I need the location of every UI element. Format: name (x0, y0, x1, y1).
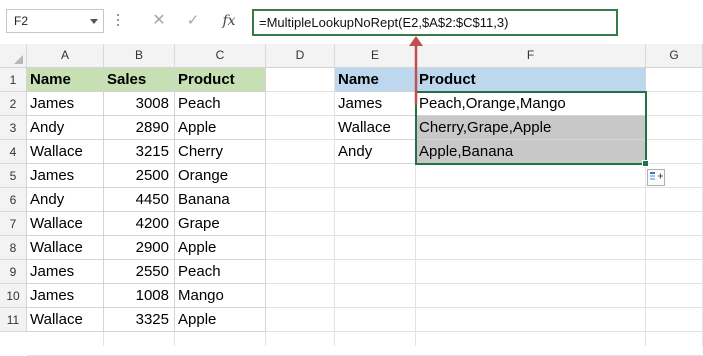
column-header-c[interactable]: C (175, 44, 266, 67)
source-data-cell[interactable]: Peach (175, 92, 266, 116)
formula-input[interactable]: =MultipleLookupNoRept(E2,$A$2:$C$11,3) (252, 9, 618, 36)
insert-function-button[interactable]: fx (215, 9, 243, 33)
column-header-b[interactable]: B (104, 44, 175, 67)
chevron-down-icon[interactable] (90, 19, 98, 24)
name-box-value: F2 (14, 14, 29, 28)
source-header-cell[interactable]: Name (27, 68, 104, 92)
row-header-3[interactable]: 3 (0, 116, 27, 140)
source-data-cell[interactable]: James (27, 260, 104, 284)
source-data-cell[interactable]: James (27, 164, 104, 188)
select-all-icon (14, 55, 23, 64)
source-data-cell[interactable]: 2900 (104, 236, 175, 260)
function-icon: fx (222, 13, 236, 29)
source-data-cell[interactable]: Cherry (175, 140, 266, 164)
result-name-cell[interactable]: Wallace (335, 116, 416, 140)
selection-border (415, 91, 647, 165)
source-data-cell[interactable]: Peach (175, 260, 266, 284)
row-header-1[interactable]: 1 (0, 68, 27, 92)
row-header-4[interactable]: 4 (0, 140, 27, 164)
source-data-cell[interactable]: Banana (175, 188, 266, 212)
result-name-cell[interactable]: James (335, 92, 416, 116)
row-header-6[interactable]: 6 (0, 188, 27, 212)
source-data-cell[interactable]: Orange (175, 164, 266, 188)
fill-handle[interactable] (642, 160, 649, 167)
source-data-cell[interactable]: 2550 (104, 260, 175, 284)
source-header-cell[interactable]: Product (175, 68, 266, 92)
name-box[interactable]: F2 (6, 9, 104, 33)
source-data-cell[interactable]: Apple (175, 116, 266, 140)
drag-handle-icon[interactable] (117, 14, 120, 30)
source-data-cell[interactable]: Apple (175, 236, 266, 260)
quick-analysis-icon (650, 172, 663, 180)
source-data-cell[interactable]: Andy (27, 116, 104, 140)
source-data-cell[interactable]: Wallace (27, 140, 104, 164)
column-header-e[interactable]: E (335, 44, 416, 67)
source-data-cell[interactable]: 2890 (104, 116, 175, 140)
formula-bar-area: F2 ✕ ✓ fx =MultipleLookupNoRept(E2,$A$2:… (0, 0, 703, 44)
select-all-button[interactable] (0, 44, 27, 67)
source-data-cell[interactable]: James (27, 92, 104, 116)
row-header-2[interactable]: 2 (0, 92, 27, 116)
column-header-g[interactable]: G (646, 44, 703, 67)
formula-buttons: ✕ ✓ fx (135, 9, 249, 33)
source-data-cell[interactable]: 3008 (104, 92, 175, 116)
source-data-cell[interactable]: Wallace (27, 212, 104, 236)
source-data-cell[interactable]: 4200 (104, 212, 175, 236)
enter-button[interactable]: ✓ (179, 9, 207, 33)
result-header-cell[interactable]: Product (416, 68, 646, 92)
source-data-cell[interactable]: James (27, 284, 104, 308)
source-data-cell[interactable]: 1008 (104, 284, 175, 308)
source-data-cell[interactable]: 3325 (104, 308, 175, 332)
check-icon: ✓ (186, 12, 200, 29)
cancel-button[interactable]: ✕ (145, 9, 173, 33)
source-data-cell[interactable]: Wallace (27, 308, 104, 332)
row-header-10[interactable]: 10 (0, 284, 27, 308)
source-data-cell[interactable]: Andy (27, 188, 104, 212)
source-header-cell[interactable]: Sales (104, 68, 175, 92)
source-data-cell[interactable]: 3215 (104, 140, 175, 164)
result-name-cell[interactable]: Andy (335, 140, 416, 164)
quick-analysis-button[interactable] (647, 169, 665, 186)
source-data-cell[interactable]: 4450 (104, 188, 175, 212)
close-icon: ✕ (152, 12, 166, 29)
row-header-8[interactable]: 8 (0, 236, 27, 260)
worksheet-grid[interactable]: ABCDEFG 1 2 3 4 5 6 7 8 9 10 11 Name Sales Product Ja… (0, 44, 703, 356)
column-header-a[interactable]: A (27, 44, 104, 67)
column-header-d[interactable]: D (266, 44, 335, 67)
source-data-cell[interactable]: Wallace (27, 236, 104, 260)
column-header-f[interactable]: F (416, 44, 646, 67)
result-header-cell[interactable]: Name (335, 68, 416, 92)
formula-text: =MultipleLookupNoRept(E2,$A$2:$C$11,3) (259, 15, 509, 30)
source-data-cell[interactable]: Apple (175, 308, 266, 332)
row-header-7[interactable]: 7 (0, 212, 27, 236)
row-header-5[interactable]: 5 (0, 164, 27, 188)
row-header-9[interactable]: 9 (0, 260, 27, 284)
source-data-cell[interactable]: Mango (175, 284, 266, 308)
source-data-cell[interactable]: 2500 (104, 164, 175, 188)
row-header-11[interactable]: 11 (0, 308, 27, 332)
column-headers: ABCDEFG (0, 44, 703, 68)
source-data-cell[interactable]: Grape (175, 212, 266, 236)
